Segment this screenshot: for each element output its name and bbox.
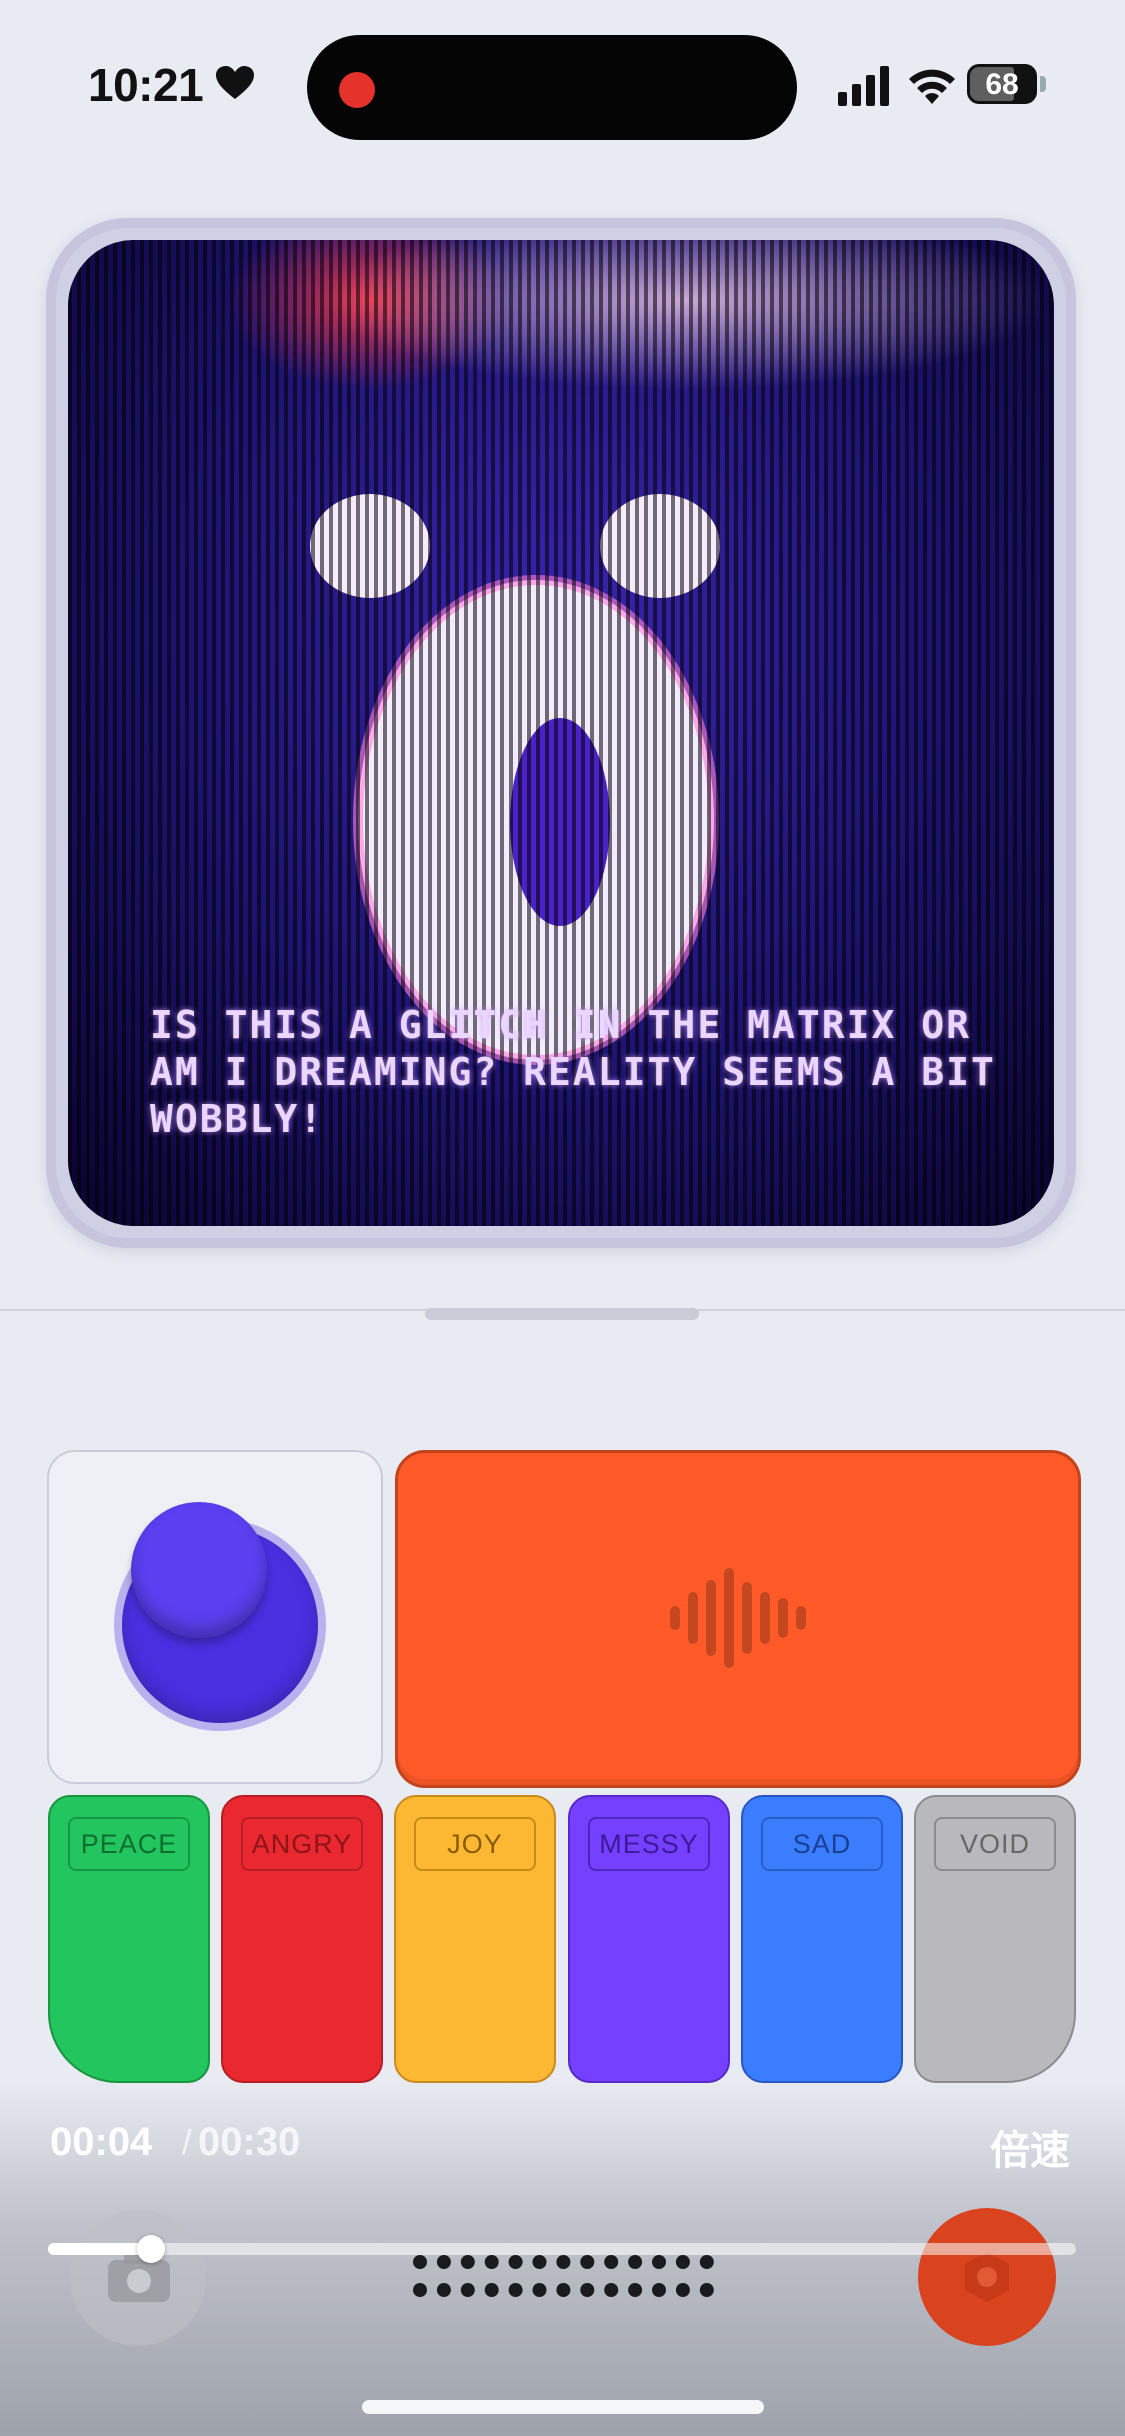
grille-dot	[413, 2255, 427, 2269]
grille-dot	[413, 2283, 427, 2297]
mood-key-void[interactable]: VOID	[914, 1795, 1076, 2083]
mood-label: ANGRY	[241, 1817, 363, 1871]
progress-fill	[48, 2243, 151, 2255]
grille-dot	[580, 2283, 595, 2297]
voice-button[interactable]	[395, 1450, 1081, 1788]
heart-icon	[216, 66, 254, 99]
joystick-knob[interactable]	[131, 1502, 267, 1638]
mood-label: JOY	[414, 1817, 536, 1871]
home-indicator[interactable]	[362, 2400, 764, 2414]
current-time: 00:04	[50, 2120, 153, 2164]
grille-dot	[628, 2255, 643, 2269]
grille-dot	[436, 2255, 451, 2269]
mood-key-joy[interactable]: JOY	[394, 1795, 556, 2083]
grille-dot	[652, 2255, 666, 2269]
dynamic-island	[307, 35, 797, 140]
grille-dot	[532, 2255, 547, 2269]
status-time: 10:21	[88, 59, 204, 111]
recording-indicator-icon	[339, 72, 375, 108]
battery-icon: 68	[967, 64, 1037, 104]
total-time: 00:30	[198, 2120, 301, 2164]
waveform-icon	[670, 1568, 806, 1668]
grille-dot	[436, 2283, 451, 2297]
wifi-icon	[909, 69, 955, 104]
grille-dot	[484, 2283, 499, 2297]
camera-button-right[interactable]	[918, 2208, 1056, 2346]
grille-dot	[628, 2283, 643, 2297]
grille-dot	[460, 2283, 475, 2297]
grille-dot	[532, 2283, 547, 2297]
mood-key-messy[interactable]: MESSY	[568, 1795, 730, 2083]
camera-button-left[interactable]	[70, 2210, 206, 2346]
progress-knob[interactable]	[136, 2235, 165, 2263]
battery-tip	[1040, 76, 1046, 92]
camera-icon	[108, 2252, 170, 2302]
mood-key-angry[interactable]: ANGRY	[221, 1795, 383, 2083]
grille-dot	[675, 2283, 690, 2297]
drawer-grabber[interactable]	[425, 1308, 699, 1320]
grille-dot	[604, 2255, 619, 2269]
speaker-grille	[413, 2255, 714, 2297]
mood-key-peace[interactable]: PEACE	[48, 1795, 210, 2083]
screen-caption: IS THIS A GLITCH IN THE MATRIX OR AM I D…	[150, 1003, 996, 1141]
grille-dot	[652, 2283, 666, 2297]
grille-dot	[699, 2283, 714, 2297]
time-separator: /	[182, 2124, 192, 2162]
joystick-pad[interactable]	[47, 1450, 383, 1784]
mood-key-sad[interactable]: SAD	[741, 1795, 903, 2083]
grille-dot	[675, 2255, 690, 2269]
grille-dot	[484, 2255, 499, 2269]
grille-dot	[556, 2283, 571, 2297]
mood-label: SAD	[761, 1817, 883, 1871]
character-screen: IS THIS A GLITCH IN THE MATRIX OR AM I D…	[68, 240, 1054, 1226]
mood-label: VOID	[934, 1817, 1056, 1871]
grille-dot	[460, 2255, 475, 2269]
grille-dot	[556, 2255, 571, 2269]
record-icon	[965, 2252, 1009, 2302]
grille-dot	[604, 2283, 619, 2297]
grille-dot	[699, 2255, 714, 2269]
signal-icon	[838, 66, 889, 106]
grille-dot	[580, 2255, 595, 2269]
battery-level: 68	[985, 68, 1019, 101]
mood-label: MESSY	[588, 1817, 710, 1871]
speed-button[interactable]: 倍速	[990, 2118, 1070, 2176]
grille-dot	[508, 2283, 523, 2297]
grille-dot	[508, 2255, 523, 2269]
mood-label: PEACE	[68, 1817, 190, 1871]
